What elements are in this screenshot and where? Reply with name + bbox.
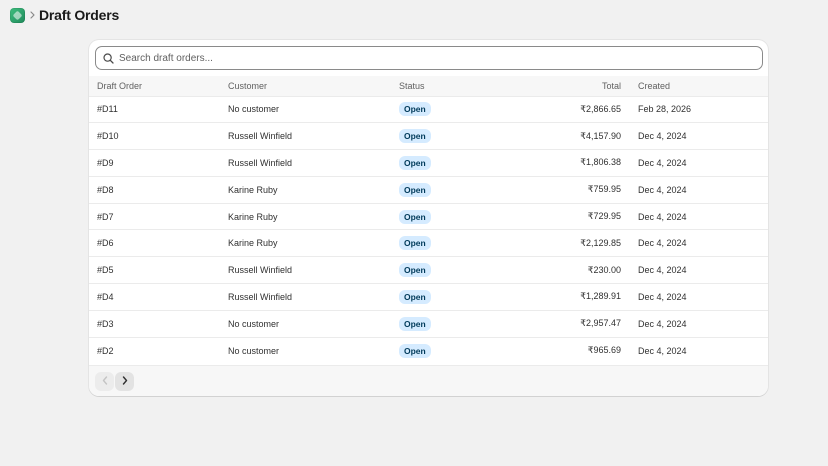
table-row[interactable]: #D8 Karine Ruby Open ₹759.95 Dec 4, 2024 bbox=[89, 176, 768, 203]
draft-order-id: #D7 bbox=[97, 211, 114, 222]
draft-orders-table: Draft Order Customer Status Total Create… bbox=[89, 76, 768, 364]
created-date: Dec 4, 2024 bbox=[638, 211, 687, 222]
column-header-total[interactable]: Total bbox=[491, 76, 621, 96]
status-badge: Open bbox=[399, 343, 431, 358]
status-badge: Open bbox=[399, 236, 431, 251]
customer-name: Karine Ruby bbox=[228, 211, 278, 222]
draft-order-id: #D4 bbox=[97, 291, 114, 302]
next-page-button[interactable] bbox=[115, 371, 134, 391]
app-logo-icon[interactable] bbox=[10, 7, 25, 23]
table-row[interactable]: #D9 Russell Winfield Open ₹1,806.38 Dec … bbox=[89, 149, 768, 177]
status-cell: Open bbox=[391, 230, 491, 257]
table-row[interactable]: #D4 Russell Winfield Open ₹1,289.91 Dec … bbox=[89, 283, 768, 311]
table-row[interactable]: #D3 No customer Open ₹2,957.47 Dec 4, 20… bbox=[89, 310, 768, 337]
column-header-created[interactable]: Created bbox=[621, 76, 768, 96]
table-header-row: Draft Order Customer Status Total Create… bbox=[89, 76, 768, 96]
status-badge: Open bbox=[399, 102, 431, 117]
status-cell: Open bbox=[391, 337, 491, 364]
created-date: Dec 4, 2024 bbox=[638, 238, 687, 249]
customer-name: Russell Winfield bbox=[228, 157, 293, 168]
status-badge: Open bbox=[399, 263, 431, 278]
page-title: Draft Orders bbox=[39, 7, 120, 23]
customer-name: No customer bbox=[228, 104, 280, 115]
created-date: Dec 4, 2024 bbox=[638, 131, 687, 142]
status-badge: Open bbox=[399, 316, 431, 331]
status-badge: Open bbox=[399, 209, 431, 224]
status-badge: Open bbox=[399, 289, 431, 304]
status-badge: Open bbox=[399, 182, 431, 197]
draft-order-id: #D9 bbox=[97, 157, 114, 168]
created-date: Dec 4, 2024 bbox=[638, 318, 687, 329]
status-cell: Open bbox=[391, 203, 491, 230]
order-total: ₹1,289.91 bbox=[580, 291, 621, 302]
pagination bbox=[89, 365, 768, 396]
column-header-customer[interactable]: Customer bbox=[220, 76, 391, 96]
search-input[interactable] bbox=[119, 52, 719, 64]
order-total: ₹729.95 bbox=[587, 211, 621, 222]
table-row[interactable]: #D11 No customer Open ₹2,866.65 Feb 28, … bbox=[89, 96, 768, 123]
draft-order-id: #D3 bbox=[97, 318, 114, 329]
draft-order-id: #D8 bbox=[97, 184, 114, 195]
customer-name: Karine Ruby bbox=[228, 184, 278, 195]
status-cell: Open bbox=[391, 150, 491, 177]
search-bar[interactable] bbox=[95, 46, 763, 70]
draft-order-id: #D11 bbox=[97, 104, 118, 115]
order-total: ₹2,866.65 bbox=[580, 103, 621, 114]
breadcrumb-chevron-icon bbox=[30, 11, 35, 19]
customer-name: Russell Winfield bbox=[228, 131, 293, 142]
order-total: ₹2,129.85 bbox=[580, 237, 621, 248]
status-badge: Open bbox=[399, 155, 431, 170]
customer-name: No customer bbox=[228, 318, 280, 329]
status-cell: Open bbox=[391, 176, 491, 203]
draft-orders-card: Draft Order Customer Status Total Create… bbox=[89, 40, 768, 396]
customer-name: Karine Ruby bbox=[228, 238, 278, 249]
status-cell: Open bbox=[391, 257, 491, 284]
order-total: ₹4,157.90 bbox=[580, 130, 621, 141]
column-header-status[interactable]: Status bbox=[391, 76, 491, 96]
column-header-draft-order[interactable]: Draft Order bbox=[89, 76, 220, 96]
created-date: Dec 4, 2024 bbox=[638, 345, 687, 356]
created-date: Dec 4, 2024 bbox=[638, 184, 687, 195]
status-badge: Open bbox=[399, 129, 431, 144]
customer-name: No customer bbox=[228, 345, 280, 356]
order-total: ₹1,806.38 bbox=[580, 157, 621, 168]
created-date: Feb 28, 2026 bbox=[638, 104, 692, 115]
status-cell: Open bbox=[391, 96, 491, 123]
top-bar: Draft Orders bbox=[10, 6, 119, 24]
created-date: Dec 4, 2024 bbox=[638, 291, 687, 302]
order-total: ₹759.95 bbox=[587, 184, 621, 195]
chevron-right-icon bbox=[122, 372, 128, 390]
created-date: Dec 4, 2024 bbox=[638, 157, 687, 168]
draft-order-id: #D6 bbox=[97, 238, 114, 249]
draft-order-id: #D10 bbox=[97, 131, 119, 142]
status-cell: Open bbox=[391, 123, 491, 150]
status-cell: Open bbox=[391, 284, 491, 311]
order-total: ₹965.69 bbox=[587, 345, 621, 356]
status-cell: Open bbox=[391, 310, 491, 337]
chevron-left-icon bbox=[102, 372, 108, 390]
order-total: ₹230.00 bbox=[587, 264, 621, 275]
previous-page-button[interactable] bbox=[95, 371, 114, 391]
order-total: ₹2,957.47 bbox=[580, 318, 621, 329]
customer-name: Russell Winfield bbox=[228, 265, 293, 276]
table-row[interactable]: #D6 Karine Ruby Open ₹2,129.85 Dec 4, 20… bbox=[89, 229, 768, 257]
created-date: Dec 4, 2024 bbox=[638, 265, 687, 276]
draft-order-id: #D5 bbox=[97, 265, 114, 276]
table-row[interactable]: #D10 Russell Winfield Open ₹4,157.90 Dec… bbox=[89, 122, 768, 150]
search-icon bbox=[103, 52, 114, 64]
table-row[interactable]: #D2 No customer Open ₹965.69 Dec 4, 2024 bbox=[89, 337, 768, 364]
table-row[interactable]: #D7 Karine Ruby Open ₹729.95 Dec 4, 2024 bbox=[89, 203, 768, 230]
table-row[interactable]: #D5 Russell Winfield Open ₹230.00 Dec 4,… bbox=[89, 256, 768, 284]
draft-order-id: #D2 bbox=[97, 345, 114, 356]
customer-name: Russell Winfield bbox=[228, 291, 293, 302]
